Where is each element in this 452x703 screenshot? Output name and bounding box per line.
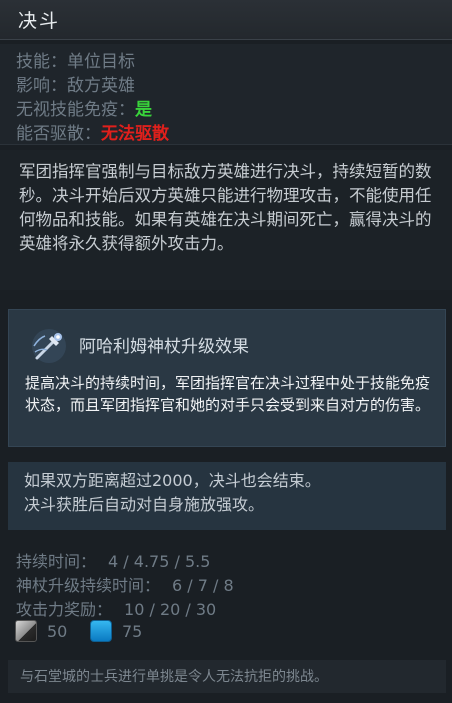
ability-info: 技能：单位目标 影响：敌方英雄 无视技能免疫：是 能否驱散：无法驱散: [0, 44, 452, 145]
duration-value: 4 / 4.75 / 5.5: [108, 552, 211, 571]
cooldown-icon: [15, 620, 37, 642]
scepter-upgrade-panel: 阿哈利姆神杖升级效果 提高决斗的持续时间，军团指挥官在决斗过程中处于技能免疫状态…: [8, 309, 446, 447]
duration-row: 持续时间： 4 / 4.75 / 5.5: [16, 548, 210, 572]
affects-row: 影响：敌方英雄: [16, 71, 135, 96]
pierce-immunity-value: 是: [135, 100, 152, 120]
mana-icon: [90, 620, 112, 642]
dispellable-value: 无法驱散: [101, 124, 169, 144]
scepter-upgrade-title: 阿哈利姆神杖升级效果: [79, 337, 249, 357]
ability-notes: 如果双方距离超过2000，决斗也会结束。 决斗获胜后自动对自身施放强攻。: [24, 469, 436, 517]
ability-type-row: 技能：单位目标: [16, 47, 135, 72]
aghanims-scepter-icon: [32, 329, 66, 363]
mana-value: 75: [122, 621, 143, 641]
ability-description: 军团指挥官强制与目标敌方英雄进行决斗，持续短暂的数秒。决斗开始后双方英雄只能进行…: [19, 162, 432, 253]
affects-value: 敌方英雄: [67, 76, 135, 96]
pierce-immunity-label: 无视技能免疫：: [16, 100, 135, 120]
affects-label: 影响：: [16, 76, 67, 96]
scepter-duration-label: 神杖升级持续时间：: [16, 576, 161, 595]
cooldown-value: 50: [47, 621, 68, 641]
mana-item: 75: [90, 620, 142, 642]
cooldown-item: 50: [15, 620, 67, 642]
ability-description-panel: 军团指挥官强制与目标敌方英雄进行决斗，持续短暂的数秒。决斗开始后双方英雄只能进行…: [0, 150, 452, 290]
scepter-duration-value: 6 / 7 / 8: [172, 576, 234, 595]
scepter-upgrade-text: 提高决斗的持续时间，军团指挥官在决斗过程中处于技能免疫状态，而且军团指挥官和她的…: [25, 374, 431, 414]
damage-bonus-label: 攻击力奖励：: [16, 600, 113, 619]
duration-label: 持续时间：: [16, 552, 97, 571]
damage-bonus-value: 10 / 20 / 30: [124, 600, 217, 619]
ability-type-value: 单位目标: [67, 52, 135, 72]
ability-title: 决斗: [18, 10, 61, 32]
tooltip-header: 决斗: [0, 0, 452, 40]
ability-type-label: 技能：: [16, 52, 67, 72]
lore-panel: 与石堂城的士兵进行单挑是令人无法抗拒的挑战。: [8, 660, 446, 693]
pierce-immunity-row: 无视技能免疫：是: [16, 95, 152, 120]
ability-notes-panel: 如果双方距离超过2000，决斗也会结束。 决斗获胜后自动对自身施放强攻。: [8, 462, 446, 530]
ability-note-2: 决斗获胜后自动对自身施放强攻。: [24, 495, 265, 514]
dispellable-label: 能否驱散：: [16, 124, 101, 144]
ability-note-1: 如果双方距离超过2000，决斗也会结束。: [24, 471, 321, 490]
dispellable-row: 能否驱散：无法驱散: [16, 119, 169, 144]
scepter-duration-row: 神杖升级持续时间： 6 / 7 / 8: [16, 572, 234, 596]
damage-bonus-row: 攻击力奖励： 10 / 20 / 30: [16, 596, 216, 620]
lore-text: 与石堂城的士兵进行单挑是令人无法抗拒的挑战。: [20, 669, 328, 685]
